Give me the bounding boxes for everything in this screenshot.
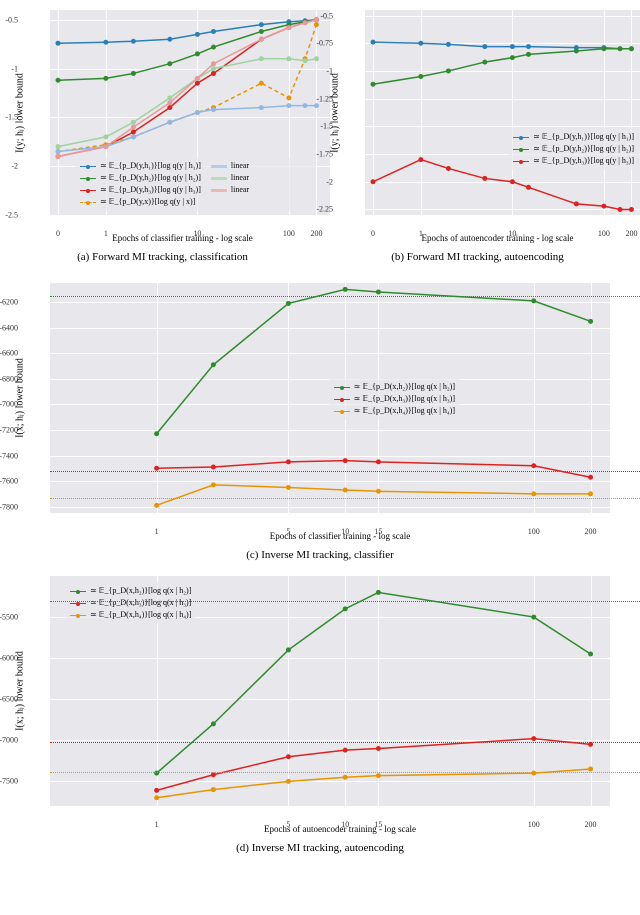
caption-b: (b) Forward MI tracking, autoencoding [325, 251, 630, 263]
chart-a: I(y; hⱼ) lower bound -0.5-1-1.5-2-2.5 01… [10, 10, 315, 278]
caption-c: (c) Inverse MI tracking, classifier [10, 549, 630, 561]
xlabel-b: Epochs of autoencoder training - log sca… [365, 233, 630, 243]
xlabel-a: Epochs of classifier training - log scal… [50, 233, 315, 243]
legend-c: ≃ 𝔼_{p_D(x,h₂)}[log q(x | h₂)]≃ 𝔼_{p_D(x… [329, 378, 460, 420]
legend-d: ≃ 𝔼_{p_D(x,h₂)}[log q(x | h₂)]≃ 𝔼_{p_D(x… [65, 582, 196, 624]
plot-area-a: I(y; hⱼ) lower bound -0.5-1-1.5-2-2.5 01… [50, 10, 330, 215]
ylabel-d: I(x; hⱼ) lower bound [15, 651, 26, 731]
legend-b: ≃ 𝔼_{p_D(y,h₁)}[log q(y | h₁)]≃ 𝔼_{p_D(y… [508, 128, 639, 170]
chart-b: I(y; hⱼ) lower bound -0.5-0.75-1-1.25-1.… [325, 10, 630, 278]
caption-a: (a) Forward MI tracking, classification [10, 251, 315, 263]
chart-d: I(x; hⱼ) lower bound -5500-6000-6500-700… [10, 576, 630, 854]
xlabel-d: Epochs of autoencoder training - log sca… [50, 824, 630, 834]
caption-d: (d) Inverse MI tracking, autoencoding [10, 842, 630, 854]
chart-c: I(x; hⱼ) lower bound -6200-6400-6600-680… [10, 283, 630, 561]
plot-area-d: I(x; hⱼ) lower bound -5500-6000-6500-700… [50, 576, 610, 806]
xlabel-c: Epochs of classifier training - log scal… [50, 531, 630, 541]
plot-area-c: I(x; hⱼ) lower bound -6200-6400-6600-680… [50, 283, 610, 513]
plot-area-b: I(y; hⱼ) lower bound -0.5-0.75-1-1.25-1.… [365, 10, 640, 215]
legend-a: ≃ 𝔼_{p_D(y,h₁)}[log q(y | h₁)]≃ 𝔼_{p_D(y… [75, 157, 315, 211]
ylabel-b: I(y; hⱼ) lower bound [330, 73, 341, 153]
